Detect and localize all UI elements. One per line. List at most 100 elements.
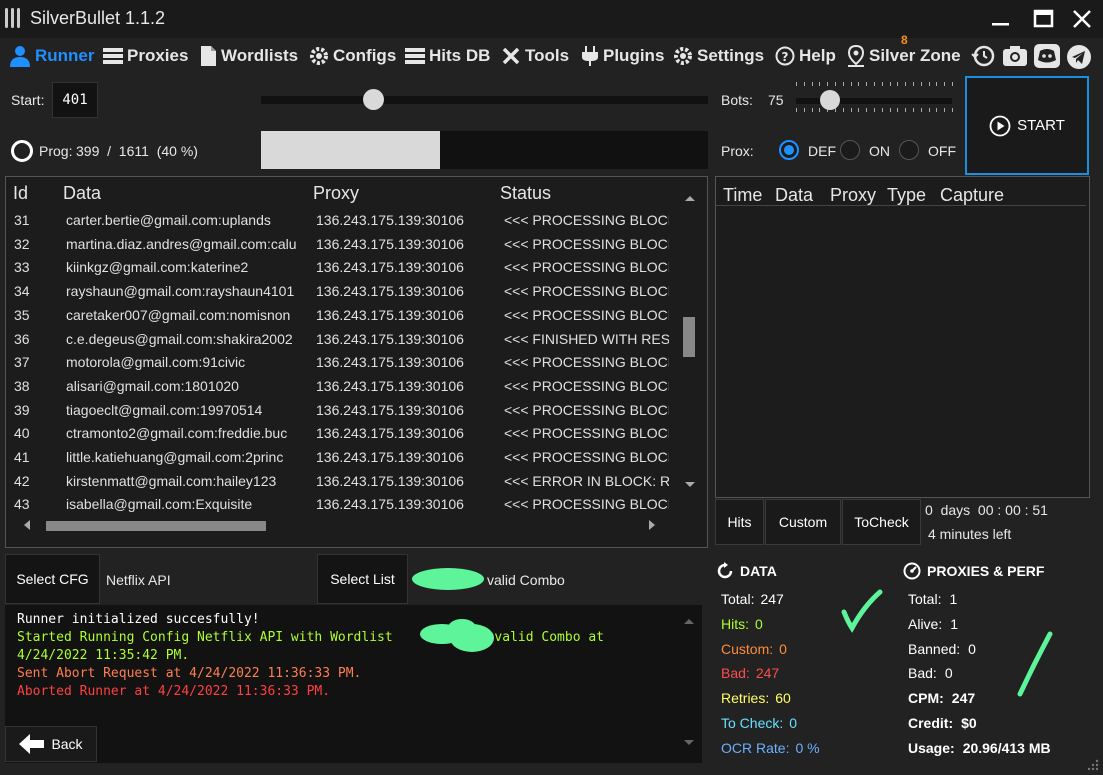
cell-status: <<< PROCESSING BLOCK — [504, 235, 669, 252]
select-cfg-button[interactable]: Select CFG — [5, 554, 100, 604]
slider-tick — [812, 82, 813, 86]
hits-panel[interactable]: Time Data Proxy Type Capture — [715, 176, 1090, 498]
slider-tick — [858, 82, 859, 86]
slider-tick — [851, 108, 852, 112]
data-stat-value: 247 — [755, 665, 780, 682]
grid-vertical-scroll-thumb[interactable] — [683, 317, 695, 357]
bots-slider-thumb[interactable] — [820, 90, 840, 110]
close-icon[interactable] — [1067, 4, 1097, 34]
cell-status: <<< PROCESSING BLOCK — [504, 306, 669, 323]
table-row[interactable]: 31 carter.bertie@gmail.com:uplands 136.243… — [6, 208, 676, 232]
slider-tick — [843, 108, 844, 112]
cell-data: kirstenmatt@gmail.com:hailey123 — [66, 472, 277, 489]
cell-data: martina.diaz.andres@gmail.com:calu — [66, 235, 297, 252]
tab-hits[interactable]: Hits — [715, 499, 764, 545]
back-button[interactable]: Back — [5, 726, 97, 762]
slider-tick — [819, 108, 820, 112]
nav-settings[interactable]: Settings — [673, 44, 764, 68]
cell-id: 39 — [14, 401, 30, 418]
table-row[interactable]: 38 alisari@gmail.com:1801020 136.243.175.1… — [6, 374, 676, 398]
table-row[interactable]: 40 ctramonto2@gmail.com:freddie.buc 136.24… — [6, 421, 676, 445]
slider-tick — [835, 108, 836, 112]
resize-grip-icon[interactable] — [1086, 758, 1100, 772]
grid-header-data[interactable]: Data — [63, 183, 101, 204]
nav-wordlists[interactable]: Wordlists — [199, 44, 298, 68]
table-row[interactable]: 33 kiinkgz@gmail.com:katerine2 136.243.175… — [6, 255, 676, 279]
grid-header-status[interactable]: Status — [500, 183, 551, 204]
nav-help-label: Help — [799, 46, 836, 65]
hits-header-time[interactable]: Time — [723, 185, 762, 206]
cell-data: motorola@gmail.com:91civic — [66, 354, 246, 371]
prox-radio-def[interactable] — [779, 140, 799, 160]
start-input[interactable] — [52, 82, 98, 118]
log-line: Sent Abort Request at 4/24/2022 11:36:33… — [17, 666, 362, 681]
cell-data: rayshaun@gmail.com:rayshaun4101 — [66, 283, 295, 300]
slider-tick — [897, 82, 898, 86]
slider-tick — [858, 108, 859, 112]
start-label: Start: — [11, 92, 45, 108]
nav-hits-db[interactable]: Hits DB — [405, 44, 490, 68]
proxy-stat-value: 1 — [949, 591, 958, 607]
table-row[interactable]: 36 c.e.degeus@gmail.com:shakira2002 136.24… — [6, 327, 676, 351]
start-slider-track[interactable] — [261, 96, 708, 104]
bots-value: 75 — [768, 92, 784, 108]
nav-configs-label: Configs — [333, 46, 397, 65]
history-icon[interactable] — [971, 44, 995, 68]
start-button-label: START — [1017, 117, 1065, 134]
perf-stat-row: Usage: 20.96/413 MB — [908, 740, 1051, 756]
table-row[interactable]: 35 caretaker007@gmail.com:nomisnon 136.243… — [6, 303, 676, 327]
hits-header-type[interactable]: Type — [887, 185, 926, 206]
proxy-stat-row: Total: 1 — [908, 591, 957, 607]
table-row[interactable]: 39 tiagoeclt@gmail.com:19970514 136.243.17… — [6, 398, 676, 422]
proxy-stat-label: Alive: — [908, 615, 943, 632]
discord-icon[interactable] — [1034, 44, 1060, 68]
log-scrollbar[interactable] — [681, 612, 697, 752]
table-row[interactable]: 32 martina.diaz.andres@gmail.com:calu 136.… — [6, 232, 676, 256]
telegram-icon[interactable] — [1066, 44, 1092, 70]
maximize-icon[interactable] — [1028, 4, 1058, 34]
cell-id: 34 — [14, 283, 30, 300]
nav-plugins[interactable]: Plugins — [581, 44, 664, 68]
start-slider-thumb[interactable] — [363, 89, 384, 110]
table-row[interactable]: 34 rayshaun@gmail.com:rayshaun4101 136.243… — [6, 279, 676, 303]
scroll-left-arrow-icon — [24, 520, 30, 530]
grid-horizontal-scroll-thumb[interactable] — [46, 521, 266, 531]
proxy-stat-label: Credit: — [908, 715, 954, 731]
minimize-icon[interactable] — [985, 4, 1015, 34]
tab-custom[interactable]: Custom — [765, 499, 841, 545]
prox-radio-off[interactable] — [899, 140, 919, 160]
nav-silver-zone[interactable]: Silver Zone — [847, 44, 961, 68]
tab-tocheck[interactable]: ToCheck — [842, 499, 921, 545]
elapsed-time: 0 days 00 : 00 : 51 — [925, 502, 1048, 518]
table-row[interactable]: 42 kirstenmatt@gmail.com:hailey123 136.243… — [6, 469, 676, 493]
nav-help[interactable]: ? Help — [775, 44, 836, 68]
proxy-stat-value: 1 — [950, 615, 959, 632]
cell-data: tiagoeclt@gmail.com:19970514 — [66, 401, 263, 418]
nav-runner[interactable]: Runner — [9, 44, 95, 68]
cell-status: <<< PROCESSING BLOCK — [504, 425, 669, 442]
progress-ring-icon — [11, 140, 33, 162]
slider-tick — [827, 82, 828, 86]
nav-configs[interactable]: Configs — [309, 44, 396, 68]
start-button[interactable]: START — [965, 76, 1089, 175]
proxy-stat-value: $0 — [961, 715, 977, 731]
proxy-stat-row: Alive: 1 — [908, 616, 958, 632]
nav-tools[interactable]: Tools — [501, 44, 569, 68]
camera-icon[interactable] — [1002, 44, 1028, 68]
config-name: Netflix API — [106, 572, 171, 588]
table-row[interactable]: 37 motorola@gmail.com:91civic 136.243.175.… — [6, 350, 676, 374]
grid-header-proxy[interactable]: Proxy — [313, 183, 359, 204]
prox-radio-on[interactable] — [840, 140, 860, 160]
cell-data: carter.bertie@gmail.com:uplands — [66, 212, 271, 228]
grid-header-id[interactable]: Id — [13, 183, 28, 204]
hits-header-data[interactable]: Data — [775, 185, 813, 206]
nav-proxies[interactable]: Proxies — [103, 44, 188, 68]
hits-header-capture[interactable]: Capture — [940, 185, 1004, 206]
results-grid[interactable]: Id Data Proxy Status 31 carter.bertie@gma… — [5, 176, 708, 548]
cell-status: <<< PROCESSING BLOCK — [504, 354, 669, 371]
table-row[interactable]: 41 little.katiehuang@gmail.com:2princ 136.… — [6, 445, 676, 469]
slider-tick — [866, 82, 867, 86]
select-list-button[interactable]: Select List — [317, 554, 408, 604]
cell-proxy: 136.243.175.139:30106 — [316, 354, 464, 371]
hits-header-proxy[interactable]: Proxy — [830, 185, 876, 206]
